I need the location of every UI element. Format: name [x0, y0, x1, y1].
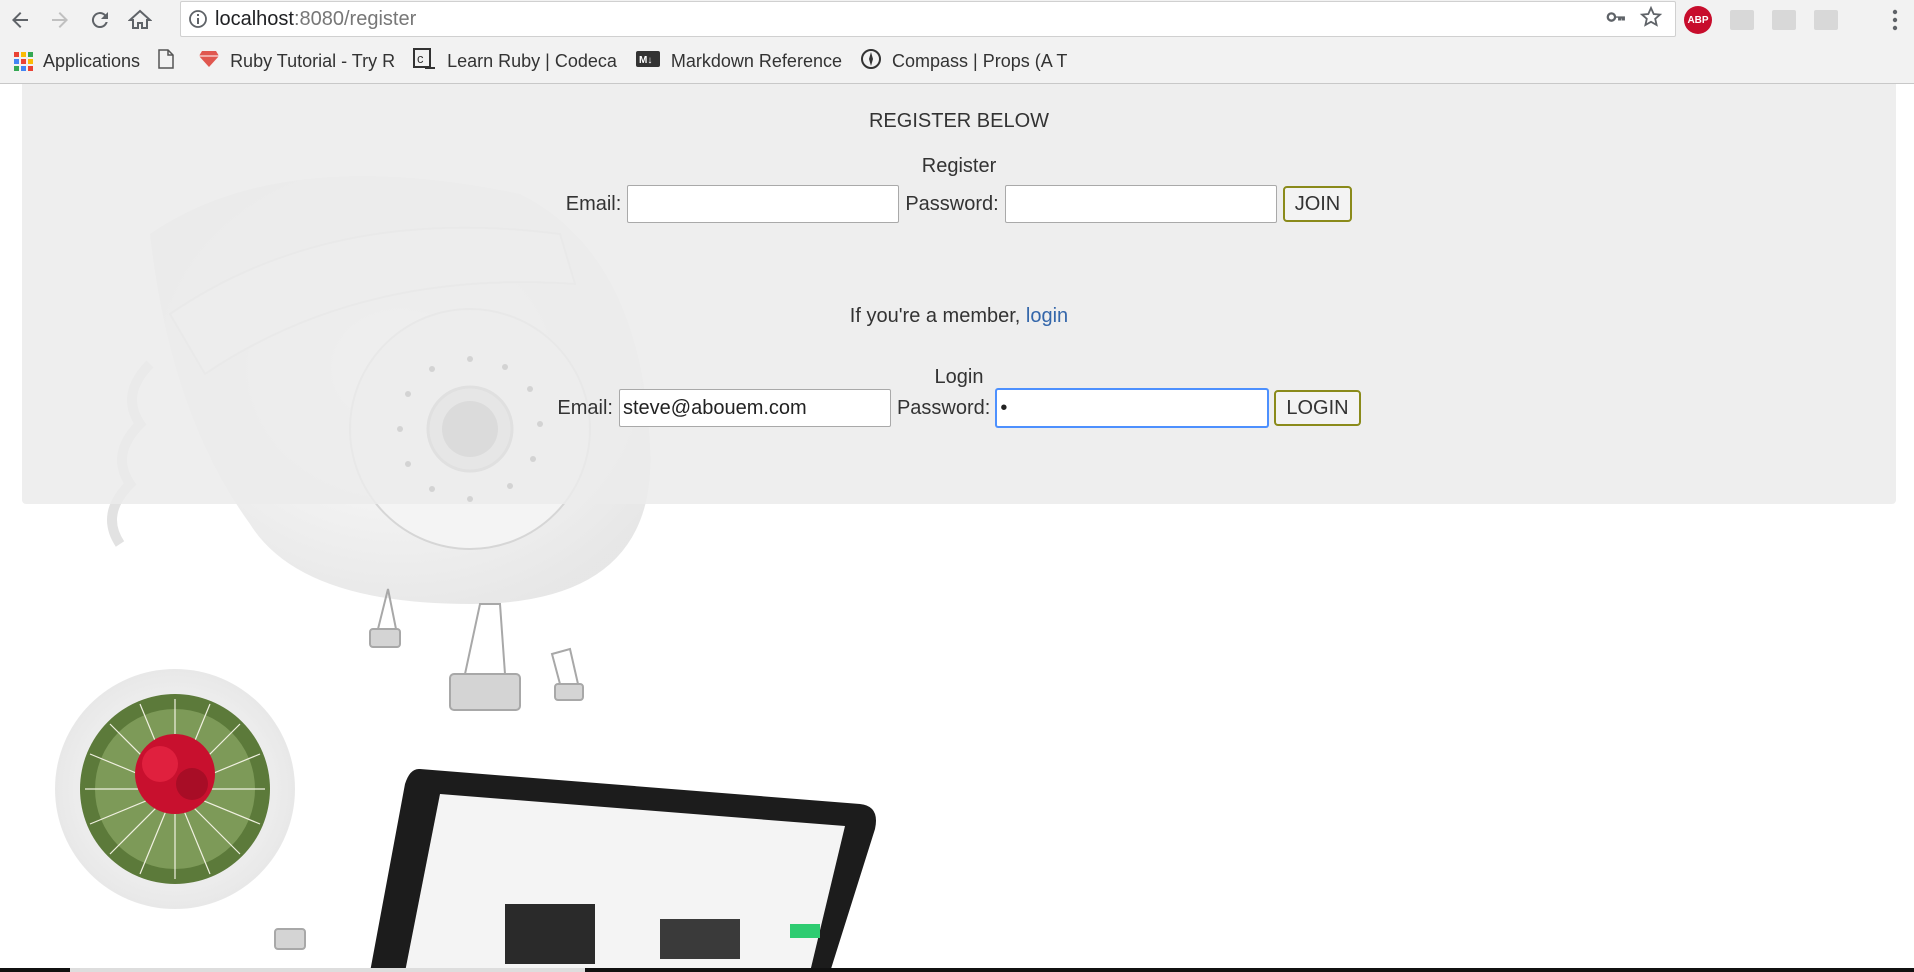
page-icon	[158, 49, 174, 74]
extension-icon[interactable]	[1730, 10, 1754, 30]
svg-text:c: c	[417, 51, 424, 66]
browser-toolbar: localhost:8080/register ABP	[0, 0, 1914, 40]
login-link[interactable]: login	[1026, 305, 1068, 327]
bookmark-label: Learn Ruby | Codeca	[447, 51, 617, 71]
member-text: If you're a member,	[849, 305, 1021, 327]
register-password-label: Password:	[905, 192, 999, 215]
register-password-input[interactable]	[1004, 185, 1277, 223]
reload-icon[interactable]	[80, 0, 120, 40]
forward-icon[interactable]	[40, 0, 80, 40]
register-email-input[interactable]	[627, 185, 900, 223]
info-icon[interactable]	[181, 9, 215, 29]
bookmark-label: Applications	[43, 51, 141, 71]
pdf-extension-icon[interactable]	[1814, 10, 1838, 30]
codecademy-icon: c	[413, 48, 437, 75]
url-host: localhost	[215, 7, 294, 30]
bookmark-ruby-tutorial[interactable]: Ruby Tutorial - Try R	[158, 40, 395, 84]
bookmark-codecademy[interactable]: c Learn Ruby | Codeca	[413, 40, 617, 84]
join-button[interactable]: JOIN	[1282, 186, 1353, 222]
bookmark-compass[interactable]: Compass | Props (A T	[860, 40, 1067, 84]
url-text: localhost:8080/register	[215, 8, 416, 31]
form-panel: REGISTER BELOW Register Email: Password:…	[22, 84, 1896, 504]
login-button[interactable]: LOGIN	[1274, 390, 1361, 426]
bookmark-applications[interactable]: Applications	[14, 40, 140, 84]
ruby-gem-icon	[198, 50, 220, 73]
page-body: REGISTER BELOW Register Email: Password:…	[0, 84, 1914, 972]
home-icon[interactable]	[120, 0, 160, 40]
url-path: :8080/register	[293, 7, 417, 30]
markdown-icon: M↓	[635, 50, 661, 73]
svg-text:M↓: M↓	[639, 55, 652, 66]
login-password-label: Password:	[896, 396, 991, 419]
adblock-icon[interactable]: ABP	[1684, 6, 1712, 34]
bookmark-label: Markdown Reference	[670, 51, 842, 71]
taskbar-segment	[70, 968, 585, 972]
extension-icon[interactable]	[1772, 10, 1796, 30]
bookmark-markdown[interactable]: M↓ Markdown Reference	[635, 40, 842, 84]
apps-grid-icon	[14, 52, 33, 71]
register-heading: Register	[921, 155, 997, 177]
login-form: Email: Password: LOGIN	[22, 389, 1896, 427]
chrome-menu-icon[interactable]	[1876, 0, 1914, 40]
taskbar-edge	[0, 968, 1914, 972]
login-password-input[interactable]	[996, 389, 1269, 427]
login-email-label: Email:	[557, 396, 613, 419]
register-form: Email: Password: JOIN	[22, 185, 1896, 223]
bookmark-label: Ruby Tutorial - Try R	[230, 51, 396, 71]
login-email-input[interactable]	[618, 389, 891, 427]
star-icon[interactable]	[1639, 5, 1663, 34]
key-icon[interactable]	[1605, 6, 1627, 33]
bookmark-label: Compass | Props (A T	[891, 51, 1068, 71]
compass-icon	[860, 48, 882, 75]
page-title: REGISTER BELOW	[868, 110, 1050, 132]
address-bar[interactable]: localhost:8080/register	[180, 1, 1676, 37]
login-heading: Login	[934, 366, 984, 388]
register-email-label: Email:	[565, 192, 622, 215]
member-prompt: If you're a member, login	[22, 305, 1896, 328]
back-icon[interactable]	[0, 0, 40, 40]
bookmarks-bar: Applications Ruby Tutorial - Try R c Lea…	[0, 40, 1914, 84]
